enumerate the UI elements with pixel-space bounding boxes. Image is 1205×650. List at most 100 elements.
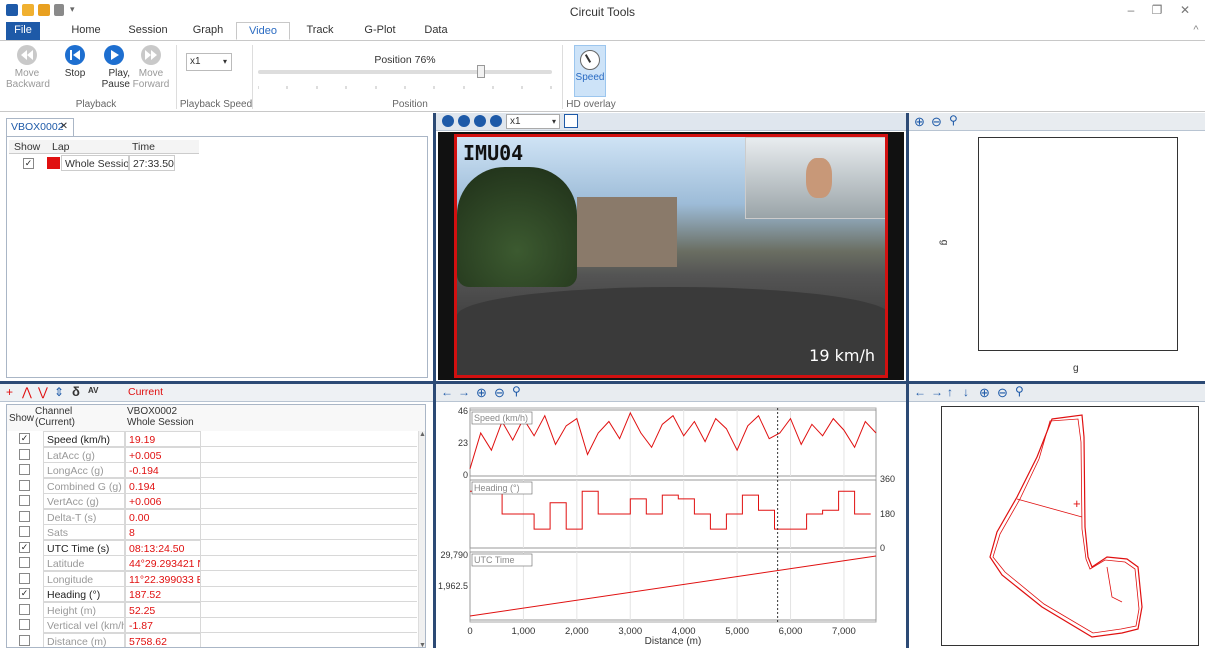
inset-camera xyxy=(745,137,885,219)
zoom-out-icon[interactable]: ⊖ xyxy=(931,114,942,130)
g-plot-area[interactable] xyxy=(978,137,1178,351)
table-row[interactable]: Vertical vel (km/h) -1.87 xyxy=(7,617,417,633)
scroll-down-icon[interactable]: ▼ xyxy=(419,642,425,647)
minimize-icon[interactable]: – xyxy=(1122,3,1140,19)
arrow-up-icon[interactable]: ↑ xyxy=(947,385,953,399)
channel-show-checkbox[interactable] xyxy=(19,572,30,584)
play-pause-label: Play, Pause xyxy=(101,68,130,90)
graph-chart[interactable]: Speed (km/h) Heading (°) UTC Time 46 23 0 29,7… xyxy=(436,404,906,648)
table-row[interactable]: LongAcc (g) -0.194 xyxy=(7,462,417,478)
cursor-icon[interactable] xyxy=(564,114,578,128)
tab-session[interactable]: Session xyxy=(124,22,172,40)
arrow-left-icon[interactable]: ← xyxy=(914,385,926,399)
peak-icon[interactable]: ⋀ xyxy=(22,385,32,399)
channel-value: 52.25 xyxy=(125,601,201,618)
tab-video[interactable]: Video xyxy=(236,22,290,40)
driver-shape xyxy=(806,158,832,198)
move-forward-button[interactable]: Move Forward xyxy=(132,45,170,90)
channel-show-checkbox[interactable] xyxy=(19,634,30,646)
table-row[interactable]: Combined G (g) 0.194 xyxy=(7,477,417,494)
lap-show-checkbox[interactable]: ✓ xyxy=(23,158,34,169)
close-tab-icon[interactable]: ✕ xyxy=(60,119,68,135)
table-row[interactable]: Sats 8 xyxy=(7,524,417,540)
arrow-right-icon[interactable]: → xyxy=(931,385,943,399)
table-row[interactable]: LatAcc (g) +0.005 xyxy=(7,446,417,463)
playback-speed-select[interactable]: x1 ▾ xyxy=(186,53,232,71)
channel-show-checkbox[interactable] xyxy=(19,510,30,522)
channel-show-checkbox[interactable] xyxy=(19,619,30,630)
table-row[interactable]: ✓ Heading (°) 187.52 xyxy=(7,586,417,602)
table-row[interactable]: Longitude 11°22.399033 E xyxy=(7,570,417,587)
valley-icon[interactable]: ⋁ xyxy=(38,385,48,399)
table-row[interactable]: Height (m) 52.25 xyxy=(7,601,417,618)
tab-data[interactable]: Data xyxy=(418,22,454,40)
table-row[interactable]: VertAcc (g) +0.006 xyxy=(7,493,417,509)
channel-row-filler xyxy=(201,540,417,556)
video-panel: x1 ▾ IMU04 19 km/h xyxy=(436,113,906,381)
channels-scrollbar[interactable]: ▲ ▼ xyxy=(418,431,425,647)
table-row[interactable]: Latitude 44°29.293421 N xyxy=(7,555,417,571)
rewind-icon[interactable] xyxy=(442,115,454,127)
tab-home[interactable]: Home xyxy=(64,22,108,40)
skip-back-icon[interactable] xyxy=(458,115,470,127)
arrow-right-icon[interactable]: → xyxy=(458,385,470,399)
channel-show-checkbox[interactable] xyxy=(19,448,30,460)
channel-show-checkbox[interactable] xyxy=(19,526,30,537)
restore-icon[interactable]: ❐ xyxy=(1148,3,1166,19)
delta-icon[interactable]: δ xyxy=(72,384,80,399)
table-row[interactable]: ✓ UTC Time (s) 08:13:24.50 xyxy=(7,539,417,556)
table-row[interactable]: Distance (m) 5758.62 xyxy=(7,632,417,648)
zoom-fit-icon[interactable]: ⚲ xyxy=(512,384,521,398)
zoom-in-icon[interactable]: ⊕ xyxy=(476,385,487,401)
current-mode-label[interactable]: Current xyxy=(128,386,163,398)
channel-show-checkbox[interactable]: ✓ xyxy=(19,541,30,553)
video-frame[interactable]: IMU04 19 km/h xyxy=(438,132,904,380)
channel-row-filler xyxy=(201,571,417,587)
table-row[interactable]: Delta-T (s) 0.00 xyxy=(7,508,417,525)
channel-show-checkbox[interactable] xyxy=(19,495,30,506)
channel-show-checkbox[interactable]: ✓ xyxy=(19,433,30,444)
table-row[interactable]: ✓ Speed (km/h) 19.19 xyxy=(7,431,417,447)
channel-value: +0.006 xyxy=(125,493,201,509)
channel-row-filler xyxy=(201,633,417,648)
position-slider[interactable] xyxy=(258,65,552,78)
zoom-in-icon[interactable]: ⊕ xyxy=(914,114,925,130)
speed-overlay-button[interactable]: Speed xyxy=(574,45,606,97)
overlay-speed: 19 km/h xyxy=(809,346,875,365)
play-icon[interactable] xyxy=(474,115,486,127)
scroll-up-icon[interactable]: ▲ xyxy=(419,431,425,438)
add-marker-icon[interactable]: + xyxy=(6,385,13,399)
collapse-ribbon-icon[interactable]: ^ xyxy=(1190,22,1202,40)
fast-forward-icon xyxy=(141,45,161,65)
tab-file[interactable]: File xyxy=(6,22,40,40)
zoom-fit-icon[interactable]: ⚲ xyxy=(1015,384,1024,398)
move-backward-button[interactable]: Move Backward xyxy=(6,45,50,90)
average-icon[interactable]: AV xyxy=(88,386,99,395)
zoom-out-icon[interactable]: ⊖ xyxy=(997,385,1008,401)
channel-name: Heading (°) xyxy=(43,586,125,602)
play-pause-button[interactable]: Play, Pause xyxy=(98,45,130,90)
channel-show-checkbox[interactable]: ✓ xyxy=(19,588,30,599)
close-icon[interactable]: ✕ xyxy=(1176,3,1194,19)
table-row[interactable]: ✓ Whole Session 27:33.50 xyxy=(7,155,201,171)
slider-thumb[interactable] xyxy=(477,65,486,78)
zoom-out-icon[interactable]: ⊖ xyxy=(494,385,505,401)
tab-graph[interactable]: Graph xyxy=(188,22,228,40)
tab-g-plot[interactable]: G-Plot xyxy=(358,22,402,40)
zoom-in-icon[interactable]: ⊕ xyxy=(979,385,990,401)
track-map[interactable]: + xyxy=(941,406,1199,646)
channel-show-checkbox[interactable] xyxy=(19,557,30,568)
tab-track[interactable]: Track xyxy=(300,22,340,40)
arrow-down-icon[interactable]: ↓ xyxy=(963,385,969,399)
range-icon[interactable]: ⇕ xyxy=(54,385,64,399)
video-speed-select[interactable]: x1 ▾ xyxy=(506,114,560,129)
stop-button[interactable]: Stop xyxy=(60,45,90,79)
fast-forward-icon[interactable] xyxy=(490,115,502,127)
arrow-left-icon[interactable]: ← xyxy=(441,385,453,399)
session-tab[interactable]: VBOX0002 ✕ xyxy=(6,118,74,136)
channel-show-checkbox[interactable] xyxy=(19,603,30,615)
channel-show-checkbox[interactable] xyxy=(19,479,30,491)
zoom-fit-icon[interactable]: ⚲ xyxy=(949,113,958,127)
move-backward-label: Move Backward xyxy=(6,68,50,90)
channel-show-checkbox[interactable] xyxy=(19,464,30,475)
